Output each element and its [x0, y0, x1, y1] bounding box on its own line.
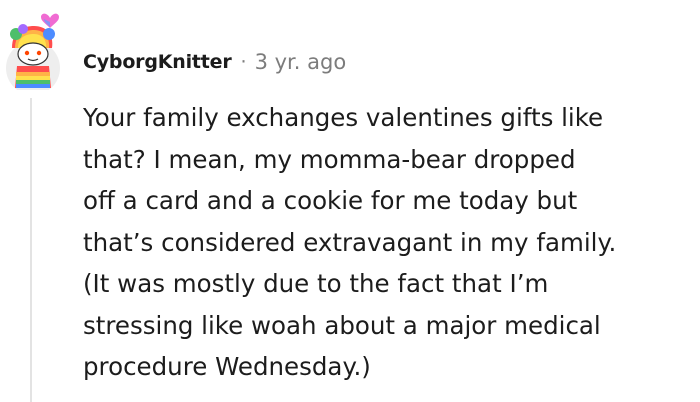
thread-line[interactable]: [30, 98, 32, 402]
comment: CyborgKnitter · 3 yr. ago Your family ex…: [0, 0, 700, 402]
meta-separator: ·: [240, 51, 247, 73]
comment-timestamp[interactable]: 3 yr. ago: [255, 50, 347, 74]
comment-meta: CyborgKnitter · 3 yr. ago: [83, 46, 346, 78]
comment-body-line: off a card and a cookie for me today but: [83, 186, 578, 215]
snoo-rainbow-avatar-icon: [6, 13, 60, 90]
comment-body-line: that? I mean, my momma-bear dropped: [83, 144, 576, 174]
comment-body-line: that’s considered extravagant in my fami…: [83, 227, 617, 257]
comment-body-line: Your family exchanges valentines gifts l…: [83, 103, 604, 132]
user-avatar[interactable]: [4, 10, 62, 90]
comment-body-line: (It was mostly due to the fact that I’m: [83, 269, 549, 298]
comment-body: Your family exchanges valentines gifts l…: [83, 97, 695, 388]
comment-body-line: stressing like woah about a major medica…: [83, 310, 601, 340]
comment-body-line: procedure Wednesday.): [83, 352, 371, 381]
username-link[interactable]: CyborgKnitter: [83, 51, 232, 73]
